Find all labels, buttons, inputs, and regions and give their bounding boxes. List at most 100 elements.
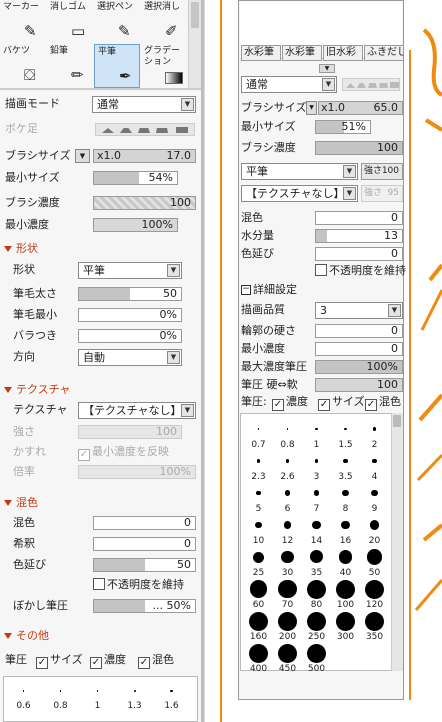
right-stretch-slider[interactable]: 0 [315,247,403,261]
brush-size-preset[interactable]: 2 [360,418,389,450]
pressure-density-checkbox[interactable]: ✓ [90,657,102,669]
brush-size-preset[interactable]: 120 [360,578,389,610]
edge-hardness-slider[interactable]: 0 [315,324,403,338]
pressure-hardness-slider[interactable]: 100 [315,378,403,392]
tool-scrollbar[interactable] [188,0,201,88]
brush-size-preset[interactable]: 8 [331,482,360,514]
pressure-size-checkbox[interactable]: ✓ [36,657,48,669]
max-pressure-slider[interactable]: 100% [315,360,403,374]
brush-size-preset[interactable]: 70 [273,578,302,610]
right-size-multiplier-dropdown[interactable]: ▼ [306,101,317,115]
right-mix-slider[interactable]: 0 [315,211,403,225]
brush-size-preset[interactable]: 60 [244,578,273,610]
brush-size-preset[interactable]: 40 [331,546,360,578]
right-density-slider[interactable]: 100 [315,141,403,155]
right-pressure-mix-checkbox[interactable]: ✓ [365,399,377,411]
tool-pencil[interactable]: 鉛筆 ✏ [47,44,93,88]
dilute-slider[interactable]: 0 [93,537,196,551]
brush-tab[interactable]: 旧水彩 [323,45,363,61]
collapse-icon[interactable]: ▼ [319,64,335,73]
brush-size-preset[interactable]: 10 [244,514,273,546]
brush-size-preset[interactable]: 50 [360,546,389,578]
right-water-slider[interactable]: 13 [315,229,403,243]
brush-size-preset[interactable]: 5 [244,482,273,514]
brush-size-preset[interactable]: 0.8 [45,679,76,715]
tool-flat-brush[interactable]: 平筆 ✒ [94,44,140,88]
right-pressure-size-checkbox[interactable]: ✓ [318,399,330,411]
right-shape-strength[interactable]: 強さ 100 [361,163,403,180]
tool-marker[interactable]: マーカー ✎ [0,0,46,44]
blur-pressure-slider[interactable]: ... 50% [93,599,196,613]
pressure-mix-checkbox[interactable]: ✓ [138,657,150,669]
bristle-thickness-slider[interactable]: 50 [78,287,182,301]
min-density-slider[interactable]: 100% [93,218,178,232]
brush-size-preset[interactable]: 1 [302,418,331,450]
detail-section-header[interactable]: − 詳細設定 [239,282,405,298]
brush-tab[interactable]: 水彩筆 [282,45,322,61]
keep-opacity-checkbox[interactable] [93,578,105,590]
brush-size-preset[interactable]: 14 [302,514,331,546]
tool-eraser[interactable]: 消しゴム ▭ [47,0,93,44]
brush-size-preset[interactable]: 250 [302,610,331,642]
right-keep-opacity-checkbox[interactable] [315,264,327,276]
brush-size-preset[interactable]: 12 [273,514,302,546]
quality-select[interactable]: 3 ▼ [315,302,403,319]
right-brush-size-slider[interactable]: x1.0 65.0 [318,101,403,115]
texture-select[interactable]: 【テクスチャなし】 ▼ [78,402,196,419]
right-blur-shape-selector[interactable] [342,78,400,91]
brush-size-preset[interactable]: 3.5 [331,450,360,482]
brush-size-preset[interactable]: 3 [302,450,331,482]
brush-size-preset[interactable]: 7 [302,482,331,514]
brush-tab[interactable]: ふきだし [364,45,404,61]
brush-size-preset[interactable]: 0.6 [8,679,39,715]
scatter-slider[interactable]: 0% [78,329,182,343]
stretch-slider[interactable]: 50 [93,558,196,572]
tool-bucket[interactable]: バケツ ⛋ [0,44,46,88]
texture-section-header[interactable]: テクスチャ [0,381,71,398]
brush-size-preset[interactable]: 450 [273,642,302,674]
size-multiplier-dropdown[interactable]: ▼ [75,149,90,163]
brush-size-preset[interactable]: 300 [331,610,360,642]
tool-select-pen[interactable]: 選択ペン ✎ [94,0,140,44]
brush-size-preset[interactable]: 2.6 [273,450,302,482]
brush-size-preset[interactable]: 20 [360,514,389,546]
brush-size-preset[interactable]: 1.6 [156,679,187,715]
brush-size-preset[interactable]: 30 [273,546,302,578]
brush-size-preset[interactable]: 16 [331,514,360,546]
bristle-min-slider[interactable]: 0% [78,308,182,322]
brush-size-preset[interactable]: 1.3 [119,679,150,715]
brush-size-preset[interactable]: 0.7 [244,418,273,450]
brush-size-preset[interactable]: 100 [331,578,360,610]
brush-size-preset[interactable]: 350 [360,610,389,642]
min-size-slider[interactable]: 54% [93,171,178,185]
brush-size-preset[interactable]: 1.5 [331,418,360,450]
mix-slider[interactable]: 0 [93,516,196,530]
brush-size-preset[interactable]: 2.3 [244,450,273,482]
shape-section-header[interactable]: 形状 [0,240,38,257]
density-slider[interactable]: 100 [93,196,196,210]
brush-size-preset[interactable]: 4 [360,450,389,482]
brush-size-preset[interactable]: 160 [244,610,273,642]
right-min-size-slider[interactable]: 51% [315,120,371,134]
brush-size-preset[interactable]: 200 [273,610,302,642]
direction-select[interactable]: 自動 ▼ [78,349,182,366]
brush-size-preset[interactable]: 80 [302,578,331,610]
tool-gradient[interactable]: グラデーション [141,44,187,88]
brush-size-slider[interactable]: x1.0 17.0 [93,149,196,163]
right-shape-select[interactable]: 平筆 ▼ [241,163,358,180]
palette-scrollbar[interactable] [391,413,403,671]
right-draw-mode-select[interactable]: 通常 ▼ [241,76,337,93]
brush-size-preset[interactable]: 0.8 [273,418,302,450]
blur-shape-selector[interactable] [95,123,195,136]
right-min-density-slider[interactable]: 0 [315,342,403,356]
shape-select[interactable]: 平筆 ▼ [78,262,182,279]
brush-size-preset[interactable]: 9 [360,482,389,514]
brush-size-preset[interactable]: 400 [244,642,273,674]
brush-size-preset[interactable]: 35 [302,546,331,578]
brush-size-preset[interactable]: 25 [244,546,273,578]
right-pressure-density-checkbox[interactable]: ✓ [272,399,284,411]
mix-section-header[interactable]: 混色 [0,494,38,511]
brush-tab[interactable]: 水彩筆 [241,45,281,61]
right-texture-select[interactable]: 【テクスチャなし】 ▼ [241,185,358,202]
other-section-header[interactable]: その他 [0,627,49,644]
